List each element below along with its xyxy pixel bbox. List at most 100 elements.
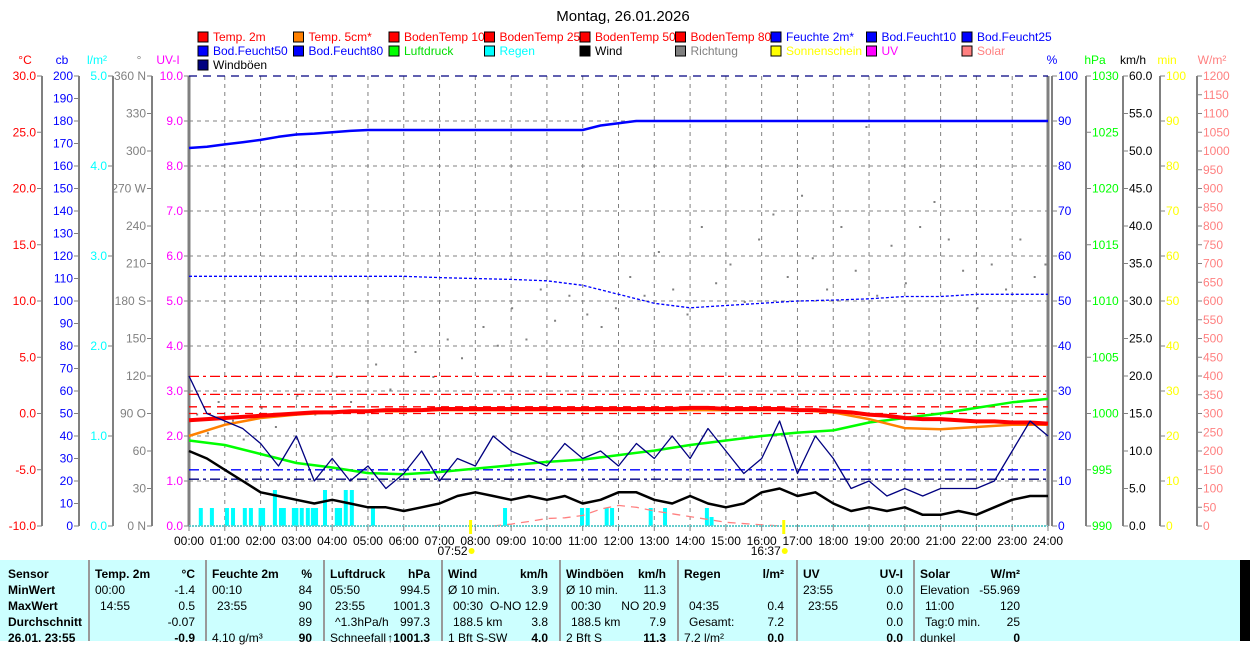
direction-point (1019, 238, 1022, 241)
axis-tick-label: 20 (1166, 429, 1180, 443)
cell-value: 7.9 (649, 615, 666, 629)
column-unit: % (301, 567, 312, 581)
cell-value: NO 20.9 (621, 599, 666, 613)
x-tick-label: 06:00 (389, 534, 419, 548)
axis-tick-label: 1150 (1203, 88, 1229, 102)
legend-swatch (770, 31, 782, 43)
axis-tick-label: 30.0 (13, 69, 37, 83)
direction-point (715, 282, 718, 285)
legend-label: Sonnenschein (786, 44, 862, 58)
legend-swatch (388, 31, 400, 43)
axis-tick-label: 1000 (1203, 144, 1230, 158)
cell-value: 1001.3 (393, 599, 430, 613)
axis-tick-label: 6.0 (166, 249, 183, 263)
axis-unit-kmh: km/h (1120, 53, 1146, 67)
direction-point (672, 288, 675, 291)
axis-tick-label: 55.0 (1129, 107, 1153, 121)
legend-label: BodenTemp 50 (595, 30, 676, 44)
row-label: MaxWert (8, 599, 58, 613)
table-edge (1240, 560, 1250, 641)
direction-point (700, 226, 703, 228)
rain-bar (610, 508, 615, 526)
axis-tick-label: 750 (1203, 238, 1223, 252)
direction-point (461, 357, 464, 360)
column-unit: hPa (407, 567, 430, 581)
axis-tick-label: 40 (1166, 339, 1180, 353)
cell-value: 0 (1013, 631, 1020, 645)
direction-point (414, 351, 417, 353)
rain-bar (231, 508, 236, 526)
legend-label: Temp. 5cm* (309, 30, 373, 44)
axis-tick-label: 210 (126, 257, 146, 271)
axis-tick-label: 30 (60, 452, 74, 466)
cell-value: 0.0 (767, 631, 784, 645)
cell-label: dunkel (920, 631, 956, 645)
axis-tick-label: 0 (1166, 519, 1173, 533)
direction-point (686, 313, 689, 316)
direction-point (758, 238, 761, 241)
direction-point (876, 294, 879, 297)
column-header: Solar (920, 567, 951, 581)
cell-value: 84 (298, 583, 312, 597)
axis-tick-label: 900 (1203, 182, 1223, 196)
axis-tick-label: 10.0 (160, 69, 184, 83)
column-separator (323, 560, 325, 641)
direction-point (854, 269, 857, 272)
legend-label: Bod.Feucht25 (977, 30, 1052, 44)
column-header: Luftdruck (330, 567, 386, 581)
direction-point (482, 326, 485, 328)
axis-tick-label: 400 (1203, 369, 1223, 383)
axis-tick-label: 700 (1203, 257, 1223, 271)
column-unit: °C (181, 567, 195, 581)
axis-tick-label: 70 (1058, 204, 1072, 218)
axis-tick-label: 40 (1058, 339, 1072, 353)
legend-swatch (866, 31, 877, 43)
axis-tick-label: 0 (1203, 519, 1210, 533)
direction-point (1044, 263, 1047, 266)
cell-value: 89 (298, 615, 312, 629)
axis-tick-label: 550 (1203, 313, 1223, 327)
legend-swatch (675, 45, 686, 57)
legend-label: Feuchte 2m* (786, 30, 854, 44)
axis-tick-label: -10.0 (9, 519, 37, 533)
cell-label: 14:55 (100, 599, 131, 613)
x-tick-label: 24:00 (1033, 534, 1063, 548)
axis-tick-label: 0 (66, 519, 73, 533)
chart-title: Montag, 26.01.2026 (556, 8, 689, 25)
direction-point (1033, 276, 1036, 278)
direction-point (554, 319, 557, 322)
direction-point (217, 401, 220, 403)
rain-bar (224, 508, 229, 526)
axis-tick-label: 10.0 (13, 294, 37, 308)
row-label: 26.01. 23:55 (8, 631, 76, 645)
rain-bar (338, 508, 343, 526)
axis-tick-label: 600 (1203, 294, 1223, 308)
axis-tick-label: 30.0 (1129, 294, 1153, 308)
cell-value: -0.9 (174, 631, 195, 645)
axis-tick-label: 5.0 (166, 294, 183, 308)
x-tick-label: 04:00 (317, 534, 347, 548)
axis-tick-label: 35.0 (1129, 257, 1153, 271)
axis-tick-label: 1100 (1203, 107, 1229, 121)
cell-value: 25 (1006, 615, 1020, 629)
rain-bar (709, 517, 714, 526)
cell-value: -1.4 (174, 583, 195, 597)
axis-tick-label: 30 (133, 482, 147, 496)
legend-swatch (579, 45, 591, 57)
sunrise-time: 07:52 (438, 544, 468, 558)
direction-point (539, 288, 542, 291)
x-tick-label: 11:00 (568, 534, 597, 548)
rain-bar (343, 490, 348, 526)
direction-point (962, 269, 965, 272)
axis-tick-label: 40 (60, 429, 74, 443)
axis-unit-wm2: W/m² (1198, 53, 1227, 67)
axis-tick-label: 9.0 (166, 114, 183, 128)
column-header: Temp. 2m (95, 567, 151, 581)
cell-value: 994.5 (399, 583, 430, 597)
direction-point (511, 307, 514, 310)
direction-point (643, 294, 646, 297)
direction-point (1005, 288, 1008, 291)
legend-swatch (961, 45, 973, 57)
rain-bar (209, 508, 214, 526)
legend-label: Wind (595, 44, 622, 58)
